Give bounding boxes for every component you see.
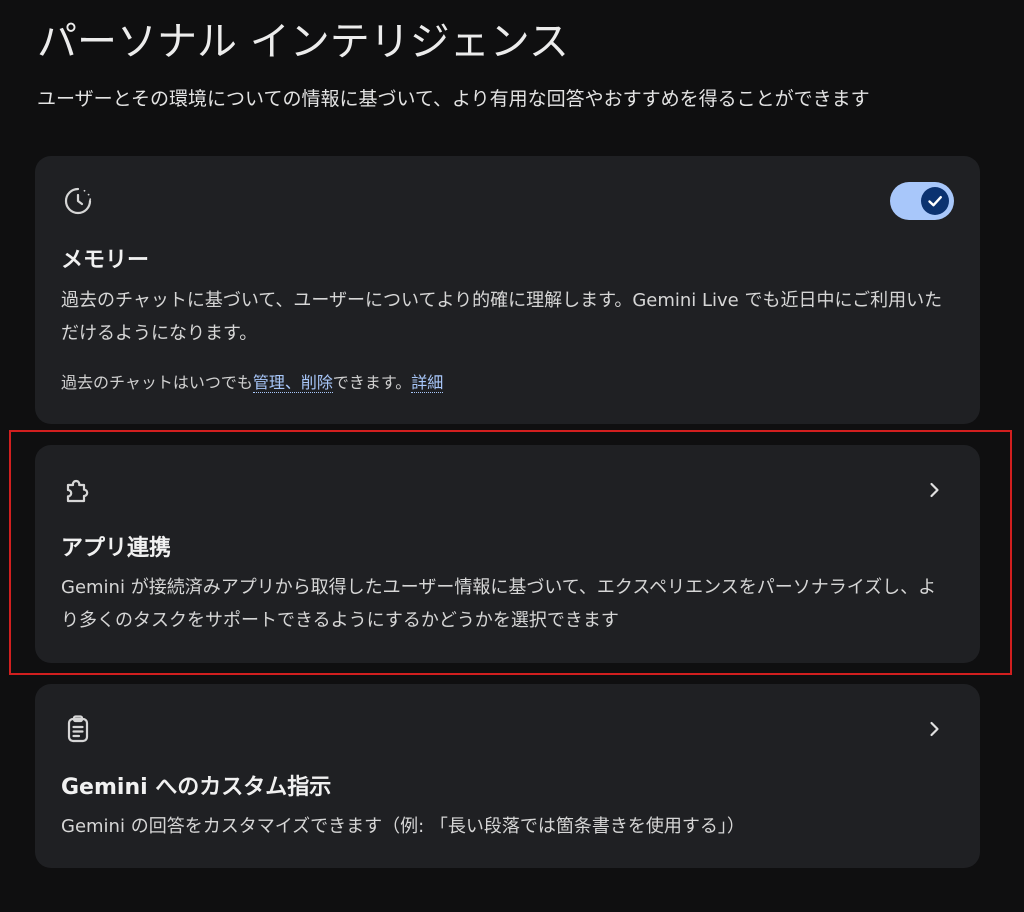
custom-instructions-card[interactable]: Gemini へのカスタム指示 Gemini の回答をカスタマイズできます（例:…	[35, 684, 980, 868]
app-integration-description: Gemini が接続済みアプリから取得したユーザー情報に基づいて、エクスペリエン…	[61, 577, 937, 631]
app-integration-title: アプリ連携	[61, 536, 172, 561]
manage-delete-link[interactable]: 管理、削除	[252, 373, 333, 393]
history-clock-icon	[61, 184, 95, 218]
memory-card: メモリー 過去のチャットに基づいて、ユーザーについてより的確に理解します。Gem…	[35, 156, 980, 424]
memory-footer-prefix: 過去のチャットはいつでも	[61, 373, 253, 392]
details-link[interactable]: 詳細	[411, 373, 444, 393]
page-title: パーソナル インテリジェンス	[37, 19, 569, 65]
toggle-check-icon	[921, 187, 949, 215]
custom-instructions-title: Gemini へのカスタム指示	[61, 775, 332, 800]
chevron-right-icon[interactable]	[922, 475, 948, 505]
puzzle-piece-icon	[61, 473, 95, 507]
memory-footer-middle: できます。	[332, 373, 412, 392]
memory-footer: 過去のチャットはいつでも管理、削除できます。詳細	[61, 368, 444, 398]
memory-toggle[interactable]	[890, 182, 954, 220]
page-subtitle: ユーザーとその環境についての情報に基づいて、より有用な回答やおすすめを得ることが…	[37, 88, 870, 110]
clipboard-list-icon	[61, 712, 95, 746]
memory-title: メモリー	[61, 248, 150, 273]
app-integration-card[interactable]: アプリ連携 Gemini が接続済みアプリから取得したユーザー情報に基づいて、エ…	[35, 445, 980, 663]
custom-instructions-description: Gemini の回答をカスタマイズできます（例: 「長い段落では箇条書きを使用す…	[61, 816, 745, 837]
memory-description: 過去のチャットに基づいて、ユーザーについてより的確に理解します。Gemini L…	[61, 290, 943, 344]
chevron-right-icon[interactable]	[922, 714, 948, 744]
